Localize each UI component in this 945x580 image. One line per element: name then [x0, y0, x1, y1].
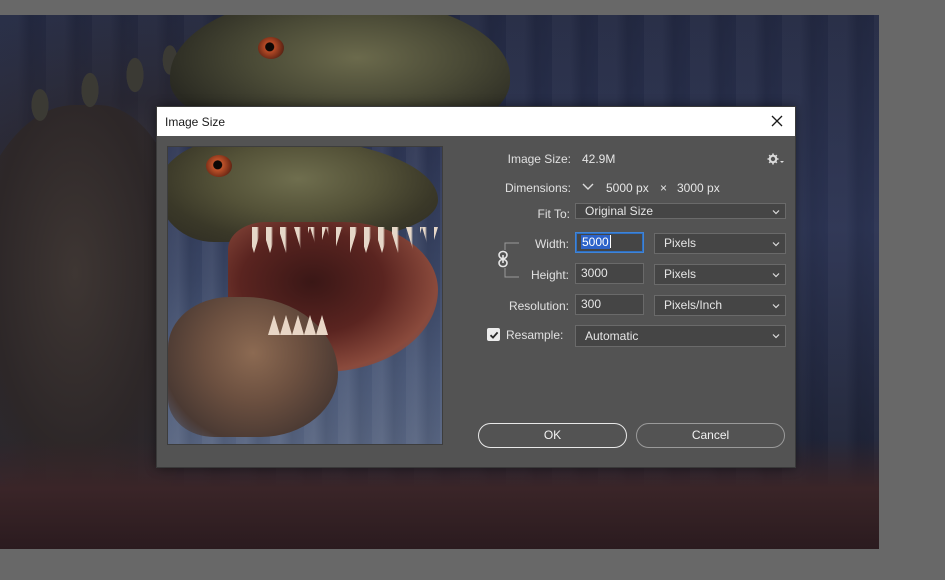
chevron-down-icon [772, 304, 780, 309]
image-size-label: Image Size: [507, 152, 571, 166]
chevron-down-icon [772, 273, 780, 278]
height-input-value: 3000 [581, 266, 608, 280]
dialog-title: Image Size [165, 115, 226, 129]
checkmark-icon [489, 331, 498, 339]
chevron-down-icon [582, 183, 594, 190]
dimensions-width-value: 5000 px [606, 181, 649, 195]
link-icon [498, 250, 508, 268]
dimensions-separator: × [660, 181, 668, 195]
dimensions-label: Dimensions: [504, 181, 571, 195]
resolution-label: Resolution: [508, 299, 569, 313]
resolution-input-value: 300 [581, 297, 602, 311]
height-unit-value: Pixels [664, 267, 697, 281]
height-input[interactable]: 3000 [575, 263, 644, 284]
dimensions-units-toggle[interactable] [580, 179, 596, 195]
height-label: Height: [530, 268, 569, 282]
fit-to-value: Original Size [585, 204, 654, 218]
image-size-value: 42.9M [582, 152, 616, 166]
image-preview[interactable] [167, 146, 443, 445]
canvas-dinosaur-eye [258, 37, 284, 59]
image-size-dialog: Image Size Image Size: 42.9M Dimensions: [156, 106, 796, 468]
gear-icon [767, 153, 784, 165]
settings-button[interactable] [767, 152, 785, 166]
text-cursor [609, 235, 611, 248]
width-unit-value: Pixels [664, 236, 697, 250]
width-input-value: 5000 [581, 235, 610, 249]
resample-checkbox[interactable] [487, 328, 500, 341]
chevron-down-icon [772, 210, 780, 215]
chevron-down-icon [772, 334, 780, 339]
fit-to-select[interactable]: Original Size [575, 203, 786, 219]
preview-dinosaur-eye [206, 155, 232, 177]
ok-button[interactable]: OK [478, 423, 627, 448]
dimensions-height-value: 3000 px [677, 181, 720, 195]
height-unit-select[interactable]: Pixels [654, 264, 786, 285]
chevron-down-icon [772, 242, 780, 247]
resolution-input[interactable]: 300 [575, 294, 644, 315]
width-input[interactable]: 5000 [575, 232, 644, 253]
resolution-unit-select[interactable]: Pixels/Inch [654, 295, 786, 316]
close-button[interactable] [763, 109, 791, 133]
resample-method-value: Automatic [585, 329, 639, 343]
constrain-proportions-toggle[interactable] [496, 250, 510, 268]
resolution-unit-value: Pixels/Inch [664, 298, 723, 312]
fit-to-label: Fit To: [537, 207, 570, 221]
dialog-titlebar[interactable]: Image Size [157, 107, 795, 136]
cancel-button[interactable]: Cancel [636, 423, 785, 448]
resample-label: Resample: [506, 328, 564, 342]
close-icon [771, 115, 783, 127]
width-label: Width: [534, 237, 569, 251]
width-unit-select[interactable]: Pixels [654, 233, 786, 254]
resample-method-select[interactable]: Automatic [575, 325, 786, 347]
